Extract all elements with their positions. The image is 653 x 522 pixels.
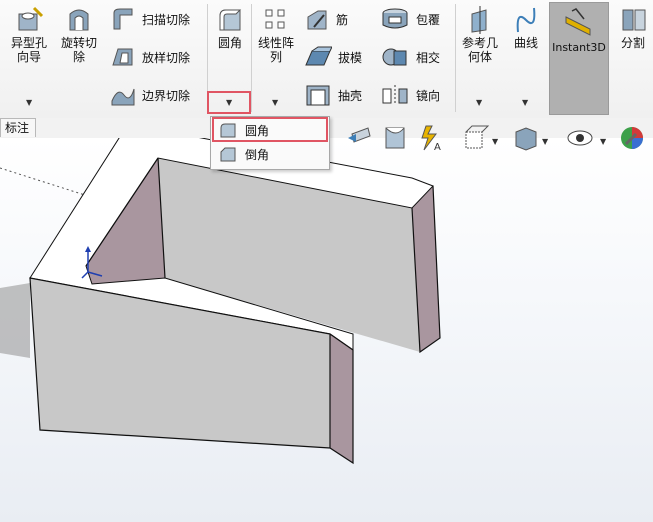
sweep-cut-label: 扫描切除 [142, 12, 191, 27]
loft-cut-button[interactable]: 放样切除 [110, 42, 190, 72]
mirror-label: 镜向 [416, 88, 441, 103]
rib-label: 筋 [336, 12, 349, 27]
curves-icon [516, 7, 536, 33]
ribbon-separator [251, 4, 252, 112]
reference-geometry-dropdown-icon[interactable]: ▼ [476, 98, 482, 107]
intersect-icon [382, 48, 407, 66]
menu-item-chamfer-label: 倒角 [245, 147, 270, 162]
instant3d-button[interactable]: Instant3D [549, 2, 609, 115]
hole-wizard-dropdown-icon[interactable]: ▼ [26, 98, 32, 107]
view-orientation-dropdown-icon[interactable]: ▼ [492, 137, 499, 146]
linear-pattern-dropdown-icon[interactable]: ▼ [272, 98, 278, 107]
draft-label: 拔模 [338, 50, 363, 65]
split-icon [622, 9, 646, 31]
curves-button[interactable]: 曲线 [508, 6, 544, 50]
shell-icon [306, 85, 330, 106]
fillet-button[interactable]: 圆角 [212, 6, 248, 50]
fillet-item-highlight [212, 117, 328, 142]
wrap-button[interactable]: 包覆 [380, 4, 440, 34]
loft-cut-label: 放样切除 [142, 50, 191, 65]
split-label: 分割 [620, 36, 645, 50]
background-shadow [0, 283, 30, 358]
section-view-icon[interactable] [385, 127, 405, 149]
ribbon-separator [455, 4, 456, 112]
previous-view-icon[interactable] [348, 127, 371, 143]
appearance-icon[interactable] [621, 127, 643, 149]
curves-dropdown-icon[interactable]: ▼ [522, 98, 528, 107]
fillet-icon [219, 9, 242, 31]
revolve-cut-label: 旋转切 除 [60, 36, 97, 64]
hide-show-items-icon[interactable] [567, 130, 593, 146]
wrap-icon [382, 8, 408, 29]
instant3d-label: Instant3D [552, 41, 606, 54]
draft-button[interactable]: 拔模 [304, 42, 362, 72]
dynamic-annotation-icon[interactable]: A [421, 125, 441, 153]
display-style-icon[interactable] [515, 127, 537, 151]
reference-geometry-label: 参考几 何体 [461, 36, 498, 64]
boundary-cut-button[interactable]: 边界切除 [110, 80, 190, 110]
svg-text:A: A [434, 142, 441, 153]
shell-button[interactable]: 抽壳 [304, 80, 362, 110]
revolve-cut-icon [69, 9, 89, 31]
loft-cut-icon [112, 48, 133, 66]
revolve-cut-button[interactable]: 旋转切 除 [56, 6, 102, 64]
hole-wizard-label: 异型孔 向导 [10, 36, 47, 64]
heads-up-view-toolbar: A ▼ ▼ ▼ [330, 124, 653, 157]
intersect-label: 相交 [416, 50, 441, 65]
display-style-dropdown-icon[interactable]: ▼ [542, 137, 549, 146]
sweep-cut-icon [113, 8, 133, 30]
boundary-cut-icon [111, 88, 135, 106]
command-ribbon: 异型孔 向导 ▼ 旋转切 除 扫描切除 放样切除 边界切除 圆角 ▼ 线性阵 列… [0, 0, 653, 119]
linear-pattern-label: 线性阵 列 [257, 36, 294, 64]
dropdown-arrow-highlight [207, 91, 251, 114]
linear-pattern-icon [265, 9, 285, 29]
fillet-label: 圆角 [217, 36, 242, 50]
rib-button[interactable]: 筋 [304, 4, 348, 34]
instant3d-icon [565, 8, 591, 36]
mirror-icon [382, 85, 408, 105]
hole-wizard-button[interactable]: 异型孔 向导 [6, 6, 52, 64]
reference-geometry-icon [471, 6, 487, 34]
graphics-area[interactable] [0, 138, 653, 522]
hole-wizard-icon [18, 6, 44, 31]
mirror-button[interactable]: 镜向 [380, 80, 440, 110]
rib-icon [307, 10, 327, 30]
hide-show-dropdown-icon[interactable]: ▼ [600, 137, 607, 146]
linear-pattern-button[interactable]: 线性阵 列 [254, 6, 298, 64]
chamfer-icon [220, 147, 236, 162]
intersect-button[interactable]: 相交 [380, 42, 440, 72]
front-block-side-face [330, 334, 353, 463]
part-model[interactable] [0, 138, 653, 522]
curves-label: 曲线 [513, 36, 538, 50]
wrap-label: 包覆 [416, 12, 441, 27]
menu-item-chamfer[interactable]: 倒角 [213, 143, 325, 165]
sweep-cut-button[interactable]: 扫描切除 [110, 4, 190, 34]
draft-icon [305, 46, 332, 66]
boundary-cut-label: 边界切除 [142, 88, 191, 103]
shell-label: 抽壳 [338, 88, 363, 103]
split-button[interactable]: 分割 [616, 6, 650, 50]
view-orientation-icon[interactable] [465, 125, 490, 149]
reference-geometry-button[interactable]: 参考几 何体 [458, 6, 502, 64]
tab-annotation[interactable]: 标注 [0, 118, 36, 137]
